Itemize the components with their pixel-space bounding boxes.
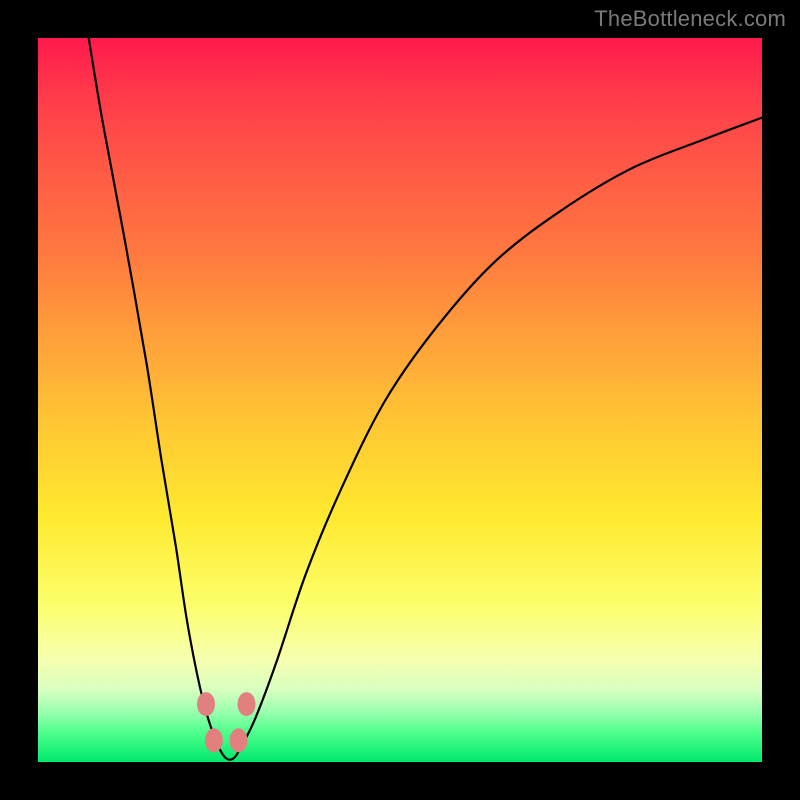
- chart-frame: TheBottleneck.com: [0, 0, 800, 800]
- trough-bead: [205, 728, 223, 752]
- plot-area: [38, 38, 762, 762]
- trough-bead: [230, 728, 248, 752]
- curve-svg: [38, 38, 762, 762]
- trough-bead: [238, 692, 256, 716]
- watermark-text: TheBottleneck.com: [594, 6, 786, 32]
- trough-beads: [197, 692, 256, 752]
- trough-bead: [197, 692, 215, 716]
- bottleneck-curve: [89, 38, 762, 760]
